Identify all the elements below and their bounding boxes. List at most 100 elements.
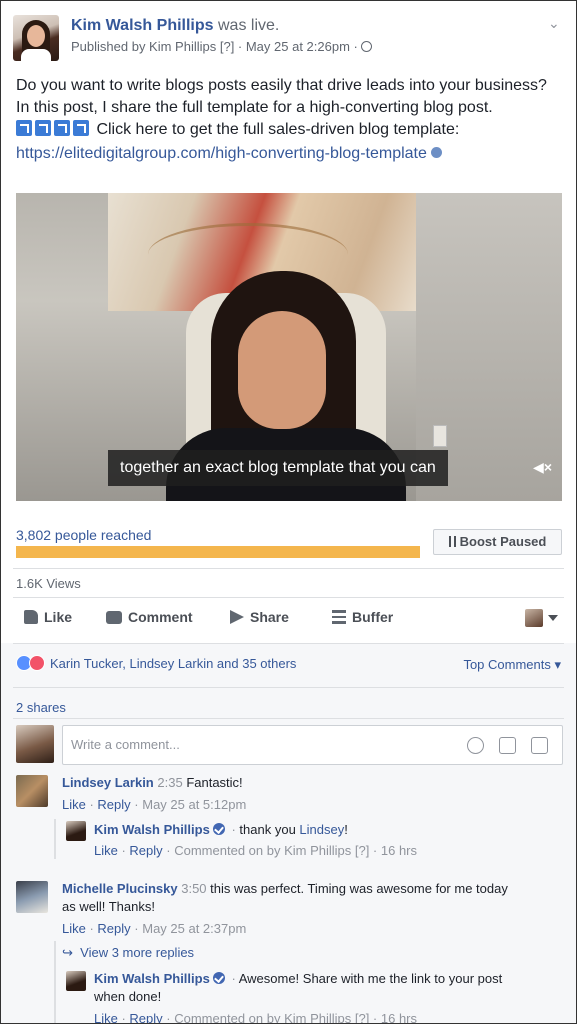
video-caption: together an exact blog template that you… [108,450,448,486]
chevron-down-icon[interactable]: ⌄ [548,15,562,31]
like-button[interactable]: Like [24,609,72,625]
reach-progress-fill [16,546,420,558]
like-label: Like [44,609,73,625]
post-link-line: https://elitedigitalgroup.com/high-conve… [16,143,564,165]
video-timestamp[interactable]: 2:35 [157,775,182,790]
comment-text: thank you [239,822,300,837]
verified-badge-icon [212,972,225,984]
boost-paused-button[interactable]: Boost Paused [433,529,562,555]
views-count[interactable]: 1.6K Views [16,576,81,591]
camera-icon[interactable] [499,737,516,754]
comment: Michelle Plucinsky 3:50 this was perfect… [62,880,552,916]
comment-input[interactable]: Write a comment... [62,725,563,765]
mute-icon[interactable]: ◀× [533,459,552,476]
globe-icon [361,41,373,52]
view-more-replies-link[interactable]: ↪ View 3 more replies [62,945,194,961]
action-bar: Like Comment Share Buffer [16,609,562,631]
shares-link[interactable]: 2 shares [16,700,66,715]
video-timestamp[interactable]: 3:50 [181,881,206,896]
post-cta-text: Click here to get the full sales-driven … [92,121,460,138]
comment: Lindsey Larkin 2:35 Fantastic! [62,774,243,792]
commenter-name[interactable]: Kim Walsh Phillips [94,971,210,986]
thumbs-up-icon [24,610,38,624]
commenter-name[interactable]: Kim Walsh Phillips [94,822,210,837]
commenter-name[interactable]: Michelle Plucinsky [62,881,178,896]
comment-time: Commented on by Kim Phillips [?] · 16 hr… [174,1011,418,1024]
avatar[interactable] [16,775,48,807]
comment-text: this was perfect. Timing was awesome for… [210,881,508,896]
share-arrow-icon [230,610,244,624]
divider [13,568,564,569]
comment-time[interactable]: May 25 at 5:12pm [142,797,246,812]
post-meta: Published by Kim Phillips [?] · May 25 a… [71,39,373,54]
reply: Kim Walsh Phillips · thank you Lindsey! [94,822,348,837]
caret-down-icon [548,615,558,621]
divider [13,687,564,688]
comment-actions: Like · Reply · May 25 at 2:37pm [62,921,247,936]
comment-text: Awesome! Share with me the link to your … [238,971,503,986]
comment-sort-dropdown[interactable]: Top Comments ▾ [463,657,561,673]
author-line: Kim Walsh Phillips was live. [71,17,279,35]
emoji-icon[interactable] [467,737,484,754]
avatar[interactable] [66,821,86,841]
comment-like-link[interactable]: Like [94,1011,118,1023]
buffer-label: Buffer [352,609,394,625]
post-text-line1: Do you want to write blogs posts easily … [16,77,547,94]
comment-text-2: as well! Thanks! [62,899,155,914]
author-name-link[interactable]: Kim Walsh Phillips [71,17,214,34]
view-more-replies-text: View 3 more replies [80,945,195,960]
divider [13,597,564,598]
love-reaction-icon [29,655,45,671]
commenter-name[interactable]: Lindsey Larkin [62,775,154,790]
comment-time[interactable]: May 25 at 2:37pm [142,921,246,936]
post-as-selector[interactable] [525,609,558,627]
comment-actions: Like · Reply · May 25 at 5:12pm [62,797,247,812]
comment-reply-link[interactable]: Reply [129,1011,162,1023]
comment-like-link[interactable]: Like [94,843,118,858]
share-button[interactable]: Share [230,609,289,625]
reactions-text: Karin Tucker, Lindsey Larkin and 35 othe… [50,655,297,671]
verified-badge-icon [212,823,225,835]
people-reached-link[interactable]: 3,802 people reached [16,527,151,543]
divider [13,643,564,644]
avatar[interactable] [66,971,86,991]
author-avatar[interactable] [13,15,59,61]
comment-reply-link[interactable]: Reply [129,843,162,858]
reply-arrow-icon: ↪ [62,945,73,960]
mention-link[interactable]: Lindsey [299,822,344,837]
comment-reply-link[interactable]: Reply [97,797,130,812]
avatar[interactable] [16,881,48,913]
post-link[interactable]: https://elitedigitalgroup.com/high-conve… [16,145,427,162]
comment-label: Comment [128,609,193,625]
video-player[interactable]: together an exact blog template that you… [16,193,562,501]
author-suffix: was live. [213,17,280,34]
comment-text: Fantastic! [186,775,243,790]
comment-reply-link[interactable]: Reply [97,921,130,936]
post-header: Kim Walsh Phillips was live. Published b… [13,13,564,63]
post-meta-text: Published by Kim Phillips [?] · May 25 a… [71,39,358,54]
pause-icon [448,536,456,547]
comment-actions: Like · Reply · Commented on by Kim Phill… [94,1011,418,1024]
comment-icon [106,610,122,624]
reply: Kim Walsh Phillips · Awesome! Share with… [94,971,503,1004]
reactions-summary[interactable]: Karin Tucker, Lindsey Larkin and 35 othe… [16,655,296,671]
comment-like-link[interactable]: Like [62,797,86,812]
reach-progress-bar [16,546,420,558]
buffer-icon [332,610,346,624]
post-text-line2: In this post, I share the full template … [16,99,493,116]
comment-placeholder: Write a comment... [71,737,180,752]
presenter [238,311,326,429]
facebook-post: Kim Walsh Phillips was live. Published b… [0,0,577,1024]
sticker-icon[interactable] [531,737,548,754]
comment-time: Commented on by Kim Phillips [?] · 16 hr… [174,843,418,858]
buffer-button[interactable]: Buffer [332,609,393,625]
comment-like-link[interactable]: Like [62,921,86,936]
comment-button[interactable]: Comment [106,609,193,625]
link-preview-icon [430,147,442,158]
boost-label: Boost Paused [459,534,547,549]
avatar [16,725,54,763]
reply-thread-line [54,941,56,1023]
comment-text-2: when done! [94,989,162,1004]
arrow-emoji-icons [16,120,92,143]
avatar [525,609,543,627]
